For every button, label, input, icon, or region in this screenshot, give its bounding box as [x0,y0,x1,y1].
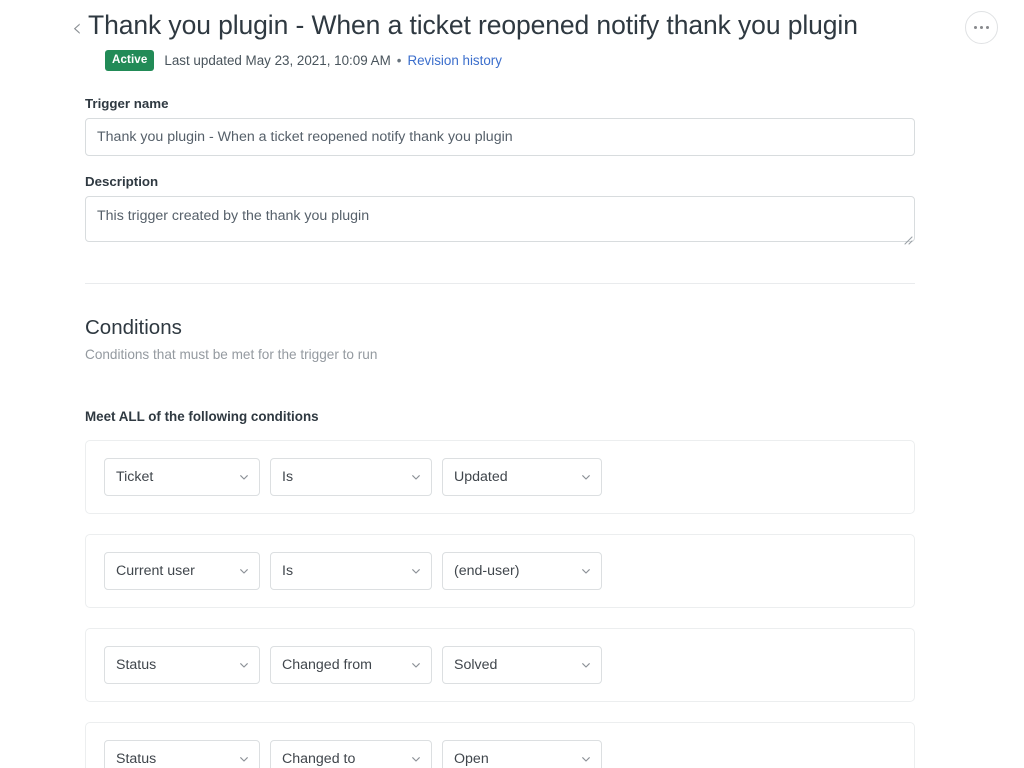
condition-value-value: Open [454,751,489,767]
condition-operator-select[interactable]: Is [270,552,432,590]
chevron-left-icon[interactable]: ‹ [72,15,88,40]
condition-operator-value: Changed from [282,657,372,673]
conditions-section: Conditions Conditions that must be met f… [85,314,925,768]
condition-value-select[interactable]: Open [442,740,602,768]
condition-value-select[interactable]: (end-user) [442,552,602,590]
trigger-form: Trigger name Description [85,96,915,265]
condition-operator-select[interactable]: Is [270,458,432,496]
condition-field-value: Ticket [116,469,154,485]
more-options-button[interactable] [965,11,998,44]
chevron-down-icon [582,568,590,574]
chevron-down-icon [240,474,248,480]
chevron-down-icon [412,568,420,574]
chevron-down-icon [412,662,420,668]
chevron-down-icon [240,662,248,668]
condition-field-select[interactable]: Ticket [104,458,260,496]
condition-field-select[interactable]: Current user [104,552,260,590]
condition-field-value: Status [116,657,157,673]
page-header: ‹ Thank you plugin - When a ticket reope… [0,0,1024,71]
condition-operator-value: Is [282,563,294,579]
description-textarea-wrap [85,196,915,247]
condition-operator-select[interactable]: Changed from [270,646,432,684]
chevron-down-icon [582,756,590,762]
trigger-name-field-block: Trigger name [85,96,915,156]
conditions-subtitle: Conditions that must be met for the trig… [85,347,378,362]
revision-history-link[interactable]: Revision history [407,52,502,70]
ellipsis-icon-dot [973,25,978,30]
condition-rows: Ticket Is Updated Current user Is (end-u… [85,440,925,768]
trigger-editor-page: ‹ Thank you plugin - When a ticket reope… [0,0,1024,768]
condition-row: Current user Is (end-user) [85,534,915,608]
condition-row: Status Changed to Open [85,722,915,768]
condition-operator-value: Is [282,469,294,485]
condition-field-select[interactable]: Status [104,646,260,684]
chevron-down-icon [412,474,420,480]
condition-value-value: Solved [454,657,498,673]
condition-value-value: Updated [454,469,508,485]
meta-separator: • [396,52,402,68]
description-textarea[interactable] [85,196,915,242]
trigger-name-input[interactable] [85,118,915,156]
section-divider [85,283,915,284]
condition-value-value: (end-user) [454,563,520,579]
condition-value-select[interactable]: Updated [442,458,602,496]
ellipsis-icon-dot [985,25,990,30]
description-label: Description [85,174,159,189]
meet-all-label: Meet ALL of the following conditions [85,409,319,424]
status-badge: Active [105,50,155,71]
trigger-name-label: Trigger name [85,96,169,111]
description-field-block: Description [85,174,915,247]
condition-field-select[interactable]: Status [104,740,260,768]
condition-field-value: Current user [116,563,195,579]
chevron-down-icon [582,474,590,480]
title-row: ‹ Thank you plugin - When a ticket reope… [0,8,1024,44]
last-updated-text: Last updated May 23, 2021, 10:09 AM [164,52,391,68]
condition-value-select[interactable]: Solved [442,646,602,684]
condition-row: Status Changed from Solved [85,628,915,702]
page-title: Thank you plugin - When a ticket reopene… [88,10,858,40]
chevron-down-icon [582,662,590,668]
ellipsis-icon-dot [979,25,984,30]
chevron-down-icon [240,568,248,574]
chevron-down-icon [240,756,248,762]
condition-row: Ticket Is Updated [85,440,915,514]
condition-field-value: Status [116,751,157,767]
condition-operator-select[interactable]: Changed to [270,740,432,768]
page-meta: Active Last updated May 23, 2021, 10:09 … [0,50,1024,71]
condition-operator-value: Changed to [282,751,356,767]
chevron-down-icon [412,756,420,762]
conditions-title: Conditions [85,316,182,339]
